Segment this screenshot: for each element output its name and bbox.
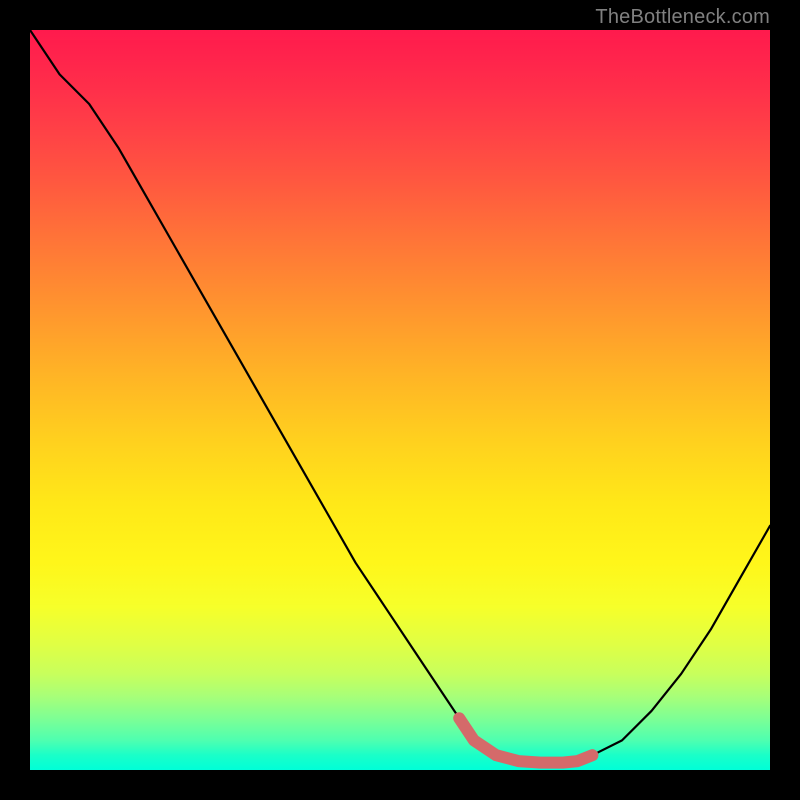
plot-area bbox=[30, 30, 770, 770]
bottleneck-curve bbox=[30, 30, 770, 763]
chart-frame: TheBottleneck.com bbox=[0, 0, 800, 800]
sweet-spot-highlight bbox=[459, 718, 592, 762]
watermark-text: TheBottleneck.com bbox=[595, 6, 770, 29]
curve-layer bbox=[30, 30, 770, 770]
